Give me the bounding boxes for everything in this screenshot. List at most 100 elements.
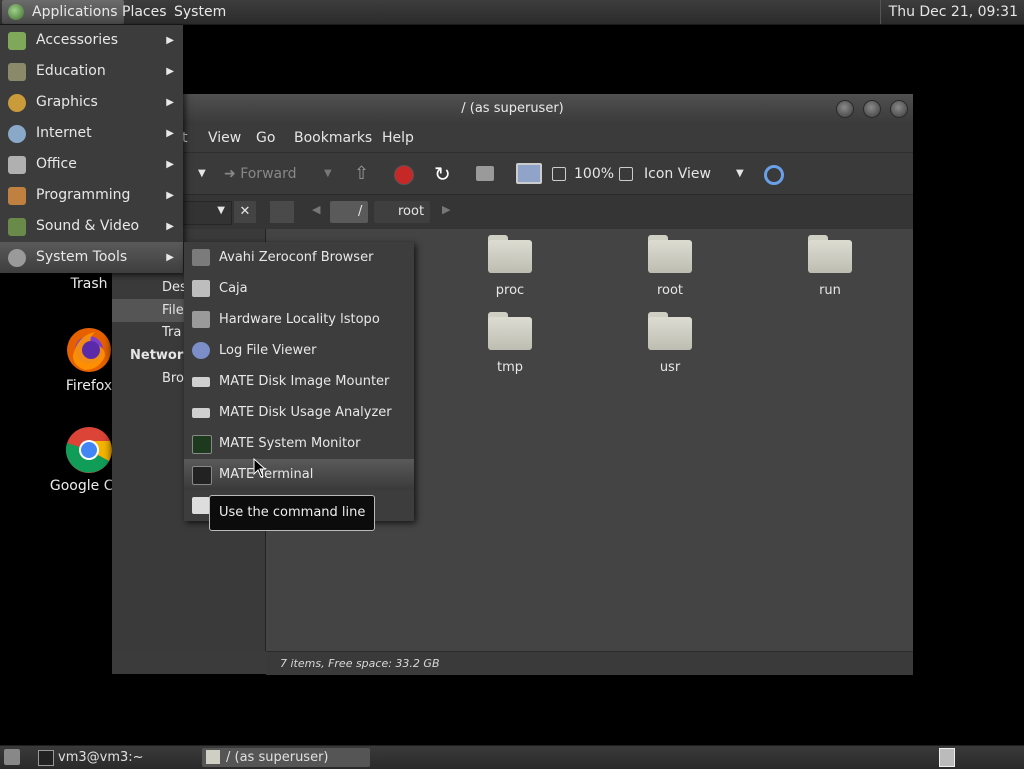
file-name: run xyxy=(819,283,841,298)
menu-item-office[interactable]: Office ▶ xyxy=(0,149,183,180)
computer-button[interactable] xyxy=(516,163,542,184)
clock[interactable]: Thu Dec 21, 09:31 xyxy=(879,0,1018,24)
system-monitor-icon xyxy=(192,435,212,454)
reload-button[interactable]: ↻ xyxy=(434,153,451,195)
view-mode-label: Icon View xyxy=(644,166,711,182)
window-titlebar[interactable]: / (as superuser) xyxy=(112,94,913,124)
disk-image-icon xyxy=(192,377,210,387)
breadcrumb-root[interactable]: / xyxy=(330,201,369,223)
submenu-item-caja[interactable]: Caja xyxy=(184,273,414,304)
submenu-item-disk-image-mounter[interactable]: MATE Disk Image Mounter xyxy=(184,366,414,397)
submenu-item-label: MATE Disk Usage Analyzer xyxy=(219,405,392,420)
taskbar-item-terminal[interactable]: vm3@vm3:~ xyxy=(34,748,218,767)
menu-view[interactable]: View xyxy=(208,124,241,152)
avahi-icon xyxy=(192,249,210,266)
folder-icon xyxy=(648,312,692,350)
system-tools-submenu: Avahi Zeroconf Browser Caja Hardware Loc… xyxy=(184,242,414,521)
submenu-item-log-viewer[interactable]: Log File Viewer xyxy=(184,335,414,366)
office-icon xyxy=(8,156,26,174)
menu-help[interactable]: Help xyxy=(382,124,414,152)
status-bar: 7 items, Free space: 33.2 GB xyxy=(266,651,913,675)
submenu-item-lstopo[interactable]: Hardware Locality lstopo xyxy=(184,304,414,335)
chevron-right-icon: ▶ xyxy=(166,190,174,201)
menu-bookmarks[interactable]: Bookmarks xyxy=(294,124,372,152)
top-panel: Applications Places System Thu Dec 21, 0… xyxy=(0,0,1024,25)
menu-item-label: Programming xyxy=(36,187,131,203)
breadcrumb-right-arrow[interactable]: ▶ xyxy=(442,203,450,216)
menu-item-sound-video[interactable]: Sound & Video ▶ xyxy=(0,211,183,242)
terminal-icon xyxy=(192,466,212,485)
forward-button[interactable]: ➜ Forward xyxy=(224,153,297,195)
graphics-icon xyxy=(8,94,26,112)
close-button[interactable] xyxy=(890,100,908,118)
firefox-icon xyxy=(67,328,111,372)
file-name: tmp xyxy=(496,360,523,375)
up-button[interactable]: ⇧ xyxy=(354,153,369,195)
terminal-icon xyxy=(38,750,54,766)
up-arrow-icon: ⇧ xyxy=(354,163,370,184)
menu-item-label: Office xyxy=(36,156,77,172)
submenu-item-label: Log File Viewer xyxy=(219,343,317,358)
menu-item-graphics[interactable]: Graphics ▶ xyxy=(0,87,183,118)
breadcrumb-left-arrow[interactable]: ◀ xyxy=(312,203,320,216)
view-mode-select[interactable]: Icon View xyxy=(644,153,711,195)
mouse-cursor-icon xyxy=(253,458,267,478)
menu-item-programming[interactable]: Programming ▶ xyxy=(0,180,183,211)
menu-item-label: Sound & Video xyxy=(36,218,140,234)
forward-history-dropdown[interactable]: ▼ xyxy=(324,153,332,195)
applications-label: Applications xyxy=(32,4,118,20)
breadcrumb-label: root xyxy=(398,204,425,219)
menu-item-internet[interactable]: Internet ▶ xyxy=(0,118,183,149)
places-menu-button[interactable]: Places xyxy=(116,0,173,24)
stop-button[interactable] xyxy=(394,165,414,185)
programming-icon xyxy=(8,187,26,205)
mate-logo-icon xyxy=(8,4,24,20)
submenu-item-terminal[interactable]: MATE Terminal xyxy=(184,459,414,490)
menu-go[interactable]: Go xyxy=(256,124,275,152)
submenu-item-system-monitor[interactable]: MATE System Monitor xyxy=(184,428,414,459)
applications-menu-button[interactable]: Applications xyxy=(2,0,124,24)
submenu-item-label: Caja xyxy=(219,281,248,296)
disk-usage-icon xyxy=(192,408,210,418)
menu-item-label: System Tools xyxy=(36,249,128,265)
task-label: / (as superuser) xyxy=(226,750,329,765)
menu-item-accessories[interactable]: Accessories ▶ xyxy=(0,25,183,56)
submenu-item-label: MATE Disk Image Mounter xyxy=(219,374,390,389)
file-name: root xyxy=(656,283,684,298)
zoom-in-button[interactable] xyxy=(619,167,633,181)
home-button[interactable] xyxy=(476,166,494,181)
close-icon: ✕ xyxy=(239,204,251,219)
file-name: proc xyxy=(495,283,525,298)
breadcrumb-root-home[interactable]: root xyxy=(374,201,431,223)
maximize-button[interactable] xyxy=(863,100,881,118)
close-sidebar-button[interactable]: ✕ xyxy=(234,201,256,223)
chevron-right-icon: ▶ xyxy=(166,97,174,108)
zoom-out-button[interactable] xyxy=(552,167,566,181)
submenu-item-avahi[interactable]: Avahi Zeroconf Browser xyxy=(184,242,414,273)
menu-item-system-tools[interactable]: System Tools ▶ xyxy=(0,242,183,273)
sidebar-item-label: Tra xyxy=(162,325,182,340)
window-menubar: t View Go Bookmarks Help xyxy=(112,124,913,152)
submenu-item-disk-usage[interactable]: MATE Disk Usage Analyzer xyxy=(184,397,414,428)
hardware-icon xyxy=(192,311,210,328)
show-desktop-button[interactable] xyxy=(4,749,20,765)
back-history-dropdown[interactable]: ▼ xyxy=(198,153,206,195)
menu-item-education[interactable]: Education ▶ xyxy=(0,56,183,87)
sidebar-item-label: File xyxy=(162,303,184,318)
folder-icon xyxy=(206,750,220,764)
bottom-panel: vm3@vm3:~ / (as superuser) xyxy=(0,745,1024,769)
breadcrumb-label: / xyxy=(358,204,363,219)
toolbar: ▼ ➜ Forward ▼ ⇧ ↻ 100% Icon View ▼ xyxy=(112,152,913,195)
workspace-switcher[interactable] xyxy=(939,748,955,767)
minimize-button[interactable] xyxy=(836,100,854,118)
search-button[interactable] xyxy=(764,165,784,185)
taskbar-item-file-manager[interactable]: / (as superuser) xyxy=(202,748,370,767)
applications-menu: Accessories ▶ Education ▶ Graphics ▶ Int… xyxy=(0,25,183,273)
zoom-level[interactable]: 100% xyxy=(574,153,614,195)
system-menu-button[interactable]: System xyxy=(168,0,232,24)
edit-location-button[interactable] xyxy=(270,201,294,223)
chrome-icon xyxy=(66,427,112,473)
status-text: 7 items, Free space: 33.2 GB xyxy=(280,657,440,670)
view-mode-dropdown[interactable]: ▼ xyxy=(736,153,744,195)
menu-item-label: Graphics xyxy=(36,94,98,110)
